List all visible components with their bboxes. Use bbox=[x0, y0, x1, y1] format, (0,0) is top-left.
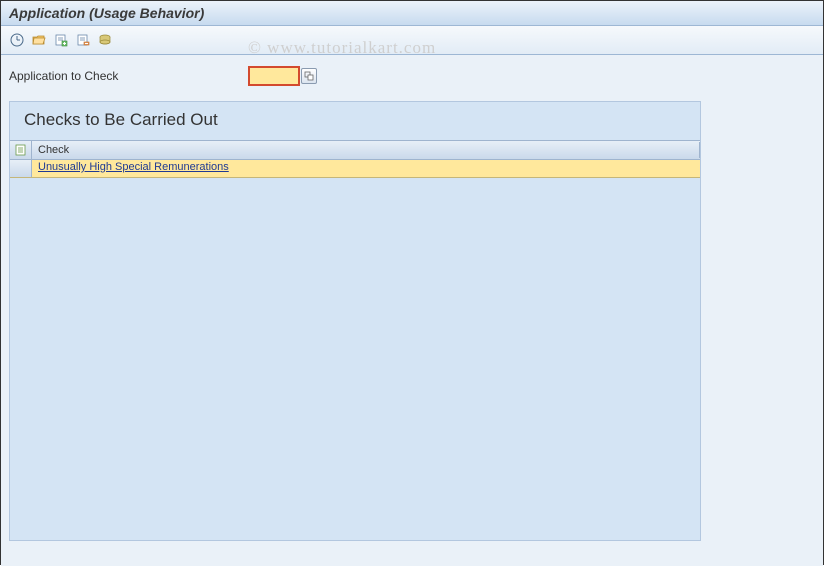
field-row-application: Application to Check bbox=[9, 63, 815, 97]
column-header-check[interactable]: Check bbox=[32, 142, 700, 158]
table-row: Unusually High Special Remunerations bbox=[10, 160, 700, 178]
grid-header-row: Check bbox=[10, 140, 700, 160]
window-title: Application (Usage Behavior) bbox=[9, 5, 204, 21]
delete-header-button[interactable] bbox=[73, 30, 93, 50]
save-variant-button[interactable] bbox=[95, 30, 115, 50]
window-title-bar: Application (Usage Behavior) bbox=[1, 1, 823, 26]
disk-stack-icon bbox=[98, 33, 112, 47]
select-all-icon bbox=[14, 143, 28, 157]
panel-title: Checks to Be Carried Out bbox=[10, 102, 700, 140]
check-cell-link[interactable]: Unusually High Special Remunerations bbox=[32, 160, 700, 177]
field-label-application: Application to Check bbox=[9, 69, 249, 83]
folder-open-icon bbox=[32, 33, 46, 47]
execute-button[interactable] bbox=[7, 30, 27, 50]
note-minus-icon bbox=[76, 33, 90, 47]
create-header-button[interactable] bbox=[51, 30, 71, 50]
checks-panel: Checks to Be Carried Out Check Unusually… bbox=[9, 101, 701, 541]
clock-execute-icon bbox=[10, 33, 24, 47]
main-area: Application to Check Checks to Be Carrie… bbox=[1, 55, 823, 566]
input-wrap bbox=[249, 67, 317, 85]
search-help-icon bbox=[304, 71, 314, 81]
search-help-button[interactable] bbox=[301, 68, 317, 84]
application-input[interactable] bbox=[249, 67, 299, 85]
row-selector[interactable] bbox=[10, 160, 32, 177]
toolbar bbox=[1, 26, 823, 55]
note-plus-icon bbox=[54, 33, 68, 47]
open-variant-button[interactable] bbox=[29, 30, 49, 50]
select-all-cell[interactable] bbox=[10, 141, 32, 159]
